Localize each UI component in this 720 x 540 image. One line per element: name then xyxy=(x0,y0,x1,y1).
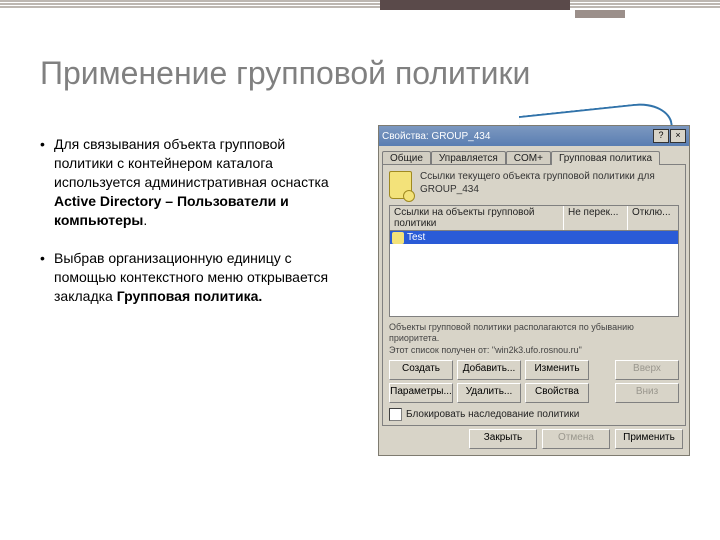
tab-group-policy[interactable]: Групповая политика xyxy=(551,151,660,165)
bullet-2: Выбрав организационную единицу с помощью… xyxy=(40,249,340,306)
col-disabled[interactable]: Отклю... xyxy=(628,206,678,230)
gpo-list-header: Ссылки на объекты групповой политики Не … xyxy=(389,205,679,231)
bullet-1: Для связывания объекта групповой политик… xyxy=(40,135,340,229)
col-no-override[interactable]: Не перек... xyxy=(564,206,628,230)
dialog-description: Ссылки текущего объекта групповой полити… xyxy=(420,171,679,196)
properties-dialog: Свойства: GROUP_434 ? × Общие Управляетс… xyxy=(378,125,690,456)
tab-general[interactable]: Общие xyxy=(382,151,431,165)
up-button[interactable]: Вверх xyxy=(615,360,679,380)
add-button[interactable]: Добавить... xyxy=(457,360,521,380)
dialog-titlebar[interactable]: Свойства: GROUP_434 ? × xyxy=(379,126,689,146)
bullet-1-bold: Active Directory – Пользователи и компью… xyxy=(54,193,289,228)
create-button[interactable]: Создать xyxy=(389,360,453,380)
tab-com-plus[interactable]: COM+ xyxy=(506,151,551,165)
dialog-hint: Объекты групповой политики располагаются… xyxy=(389,322,679,356)
close-dialog-button[interactable]: Закрыть xyxy=(469,429,537,449)
cancel-button[interactable]: Отмена xyxy=(542,429,610,449)
button-grid: Создать Добавить... Изменить Вверх xyxy=(389,360,679,380)
bullet-1-post: . xyxy=(143,212,147,228)
close-button[interactable]: × xyxy=(670,129,686,143)
col-links[interactable]: Ссылки на объекты групповой политики xyxy=(390,206,564,230)
hint-line-1: Объекты групповой политики располагаются… xyxy=(389,322,634,343)
dialog-title-text: Свойства: GROUP_434 xyxy=(382,131,490,142)
block-inheritance-checkbox[interactable] xyxy=(389,408,402,421)
button-grid-2: Параметры... Удалить... Свойства Вниз xyxy=(389,383,679,403)
block-inheritance-row[interactable]: Блокировать наследование политики xyxy=(389,408,679,421)
slide-body: Для связывания объекта групповой политик… xyxy=(40,135,340,326)
dialog-tabs: Общие Управляется COM+ Групповая политик… xyxy=(382,150,686,164)
down-button[interactable]: Вниз xyxy=(615,383,679,403)
gpo-list-item[interactable]: Test xyxy=(390,231,678,244)
edit-button[interactable]: Изменить xyxy=(525,360,589,380)
help-button[interactable]: ? xyxy=(653,129,669,143)
gpo-item-label: Test xyxy=(407,232,425,243)
dialog-body: Ссылки текущего объекта групповой полити… xyxy=(382,164,686,426)
properties-button[interactable]: Свойства xyxy=(525,383,589,403)
gpo-list[interactable]: Test xyxy=(389,231,679,317)
tab-managed-by[interactable]: Управляется xyxy=(431,151,506,165)
bullet-2-bold: Групповая политика. xyxy=(117,288,263,304)
options-button[interactable]: Параметры... xyxy=(389,383,453,403)
slide: Применение групповой политики Для связыв… xyxy=(0,0,720,540)
dialog-footer: Закрыть Отмена Применить xyxy=(379,429,686,455)
decorative-top xyxy=(0,0,720,8)
slide-title: Применение групповой политики xyxy=(40,55,530,92)
delete-button[interactable]: Удалить... xyxy=(457,383,521,403)
gpo-icon xyxy=(389,171,412,199)
bullet-1-text: Для связывания объекта групповой политик… xyxy=(54,136,329,190)
apply-button[interactable]: Применить xyxy=(615,429,683,449)
block-inheritance-label: Блокировать наследование политики xyxy=(406,409,579,420)
hint-line-2: Этот список получен от: "win2k3.ufo.rosn… xyxy=(389,345,582,355)
gpo-item-icon xyxy=(392,232,404,244)
